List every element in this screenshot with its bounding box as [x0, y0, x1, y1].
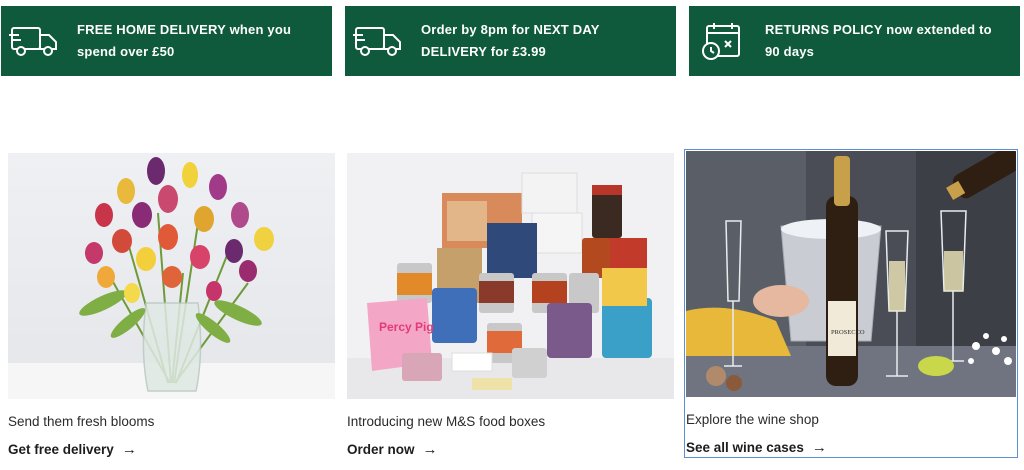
order-now-link[interactable]: Order now → — [347, 441, 674, 458]
see-all-wine-cases-link[interactable]: See all wine cases → — [686, 439, 1016, 456]
fresh-blooms-card: Send them fresh blooms Get free delivery… — [8, 153, 335, 458]
calendar-return-icon — [695, 21, 751, 61]
prosecco-image[interactable]: PROSECCO — [686, 151, 1016, 397]
wine-shop-card: PROSECCO Explore the wine shop See all w… — [684, 149, 1018, 458]
banner-text: RETURNS POLICY now extended to 90 days — [765, 22, 992, 59]
arrow-right-icon: → — [121, 441, 137, 458]
card-caption: Explore the wine shop — [686, 412, 819, 427]
delivery-truck-icon — [351, 21, 407, 61]
tulip-bouquet-image[interactable] — [8, 153, 335, 399]
cta-label: Get free delivery — [8, 442, 114, 457]
arrow-right-icon: → — [811, 439, 827, 456]
banner-text: FREE HOME DELIVERY when you spend over £… — [77, 22, 292, 59]
prosecco-label: PROSECCO — [831, 329, 865, 336]
returns-policy-banner[interactable]: RETURNS POLICY now extended to 90 days — [689, 6, 1020, 76]
delivery-truck-icon — [7, 21, 63, 61]
banner-text: Order by 8pm for NEXT DAY DELIVERY for £… — [421, 22, 600, 59]
card-caption: Send them fresh blooms — [8, 414, 155, 429]
card-caption: Introducing new M&S food boxes — [347, 414, 546, 429]
percy-pig-label: Percy Pig — [379, 320, 434, 334]
get-free-delivery-link[interactable]: Get free delivery → — [8, 441, 335, 458]
cta-label: See all wine cases — [686, 440, 804, 455]
food-boxes-card: Percy Pig Introducing new M&S food boxes… — [347, 153, 674, 458]
arrow-right-icon: → — [422, 441, 438, 458]
free-delivery-banner[interactable]: FREE HOME DELIVERY when you spend over £… — [1, 6, 332, 76]
food-box-products-image[interactable]: Percy Pig — [347, 153, 674, 399]
cta-label: Order now — [347, 442, 415, 457]
next-day-delivery-banner[interactable]: Order by 8pm for NEXT DAY DELIVERY for £… — [345, 6, 676, 76]
